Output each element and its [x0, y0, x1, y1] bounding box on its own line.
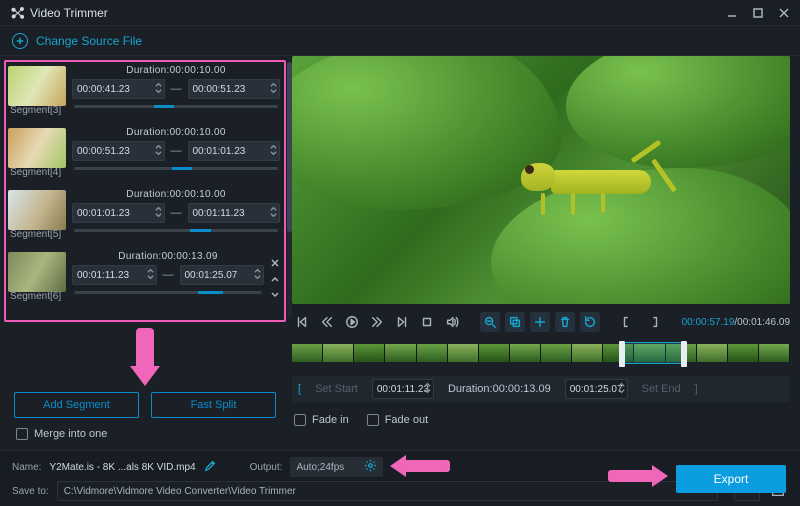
- main-area: Segment[3] Duration:00:00:10.00 00:00:41…: [0, 56, 800, 470]
- segment-thumbnail: [8, 128, 66, 168]
- app-window: Video Trimmer Change Source File Segment…: [0, 0, 800, 506]
- range-start-input[interactable]: 00:01:11.23: [372, 379, 434, 399]
- skip-end-icon[interactable]: [392, 312, 412, 332]
- segment-row-actions: [270, 250, 280, 310]
- segment-duration: Duration:00:00:10.00: [72, 126, 280, 138]
- segment-end-input[interactable]: 00:01:25.07: [180, 265, 265, 285]
- chevron-up-icon[interactable]: [270, 274, 280, 287]
- name-label: Name:: [12, 462, 41, 473]
- annotation-arrow-right-icon: [608, 465, 668, 487]
- segment-thumbnail: [8, 252, 66, 292]
- range-end-input[interactable]: 00:01:25.07: [565, 379, 628, 399]
- segment-start-input[interactable]: 00:00:41.23: [72, 79, 165, 99]
- gear-icon[interactable]: [364, 459, 377, 475]
- segment-buttons-row: Add Segment Fast Split: [4, 392, 286, 418]
- set-end-button[interactable]: Set End: [636, 383, 687, 395]
- add-segment-icon[interactable]: [530, 312, 550, 332]
- merge-checkbox[interactable]: [16, 428, 28, 440]
- player-timecode: 00:00:57.19/00:01:46.09: [682, 317, 790, 328]
- segment-track[interactable]: [74, 291, 262, 294]
- merge-label: Merge into one: [34, 428, 107, 440]
- bracket-end-icon[interactable]: [643, 312, 663, 332]
- segment-row[interactable]: Segment[4] Duration:00:00:10.00 00:00:51…: [8, 126, 280, 186]
- segment-duration: Duration:00:00:13.09: [72, 250, 264, 262]
- segment-end-input[interactable]: 00:00:51.23: [188, 79, 281, 99]
- reset-icon[interactable]: [580, 312, 600, 332]
- timeline-handle-right[interactable]: [681, 341, 687, 367]
- name-value: Y2Mate.is - 8K ...als 8K VID.mp4: [49, 462, 195, 473]
- output-label: Output:: [250, 462, 283, 473]
- minimize-button[interactable]: [726, 7, 738, 19]
- window-title: Video Trimmer: [30, 6, 726, 20]
- volume-icon[interactable]: [442, 312, 462, 332]
- range-duration-label: Duration:00:00:13.09: [442, 383, 557, 395]
- zoom-out-icon[interactable]: [480, 312, 500, 332]
- left-panel: Segment[3] Duration:00:00:10.00 00:00:41…: [0, 56, 288, 470]
- annotation-arrow-left-icon: [390, 455, 450, 477]
- copy-icon[interactable]: [505, 312, 525, 332]
- timeline[interactable]: [292, 338, 790, 370]
- segment-end-input[interactable]: 00:01:01.23: [188, 141, 281, 161]
- segments-list: Segment[3] Duration:00:00:10.00 00:00:41…: [4, 60, 286, 322]
- close-icon[interactable]: [270, 258, 280, 271]
- segment-start-input[interactable]: 00:01:01.23: [72, 203, 165, 223]
- output-selector[interactable]: Auto;24fps: [290, 457, 383, 477]
- segment-track[interactable]: [74, 229, 278, 232]
- segment-start-input[interactable]: 00:00:51.23: [72, 141, 165, 161]
- segment-row[interactable]: Segment[6] Duration:00:00:13.09 00:01:11…: [8, 250, 280, 310]
- segment-thumbnail: [8, 190, 66, 230]
- segment-thumbnail: [8, 66, 66, 106]
- stop-icon[interactable]: [417, 312, 437, 332]
- segment-label: Segment[3]: [8, 105, 66, 116]
- close-button[interactable]: [778, 7, 790, 19]
- chevron-down-icon[interactable]: [270, 290, 280, 303]
- segment-duration: Duration:00:00:10.00: [72, 64, 280, 76]
- plus-circle-icon: [12, 33, 28, 49]
- forward-icon[interactable]: [367, 312, 387, 332]
- player-controls: 00:00:57.19/00:01:46.09: [292, 308, 790, 336]
- fade-in-checkbox[interactable]: Fade in: [294, 414, 349, 426]
- change-source-label: Change Source File: [36, 34, 142, 48]
- title-bar: Video Trimmer: [0, 0, 800, 26]
- delete-icon[interactable]: [555, 312, 575, 332]
- merge-into-one-row[interactable]: Merge into one: [4, 418, 286, 446]
- segment-end-input[interactable]: 00:01:11.23: [188, 203, 281, 223]
- play-icon[interactable]: [342, 312, 362, 332]
- segment-track[interactable]: [74, 167, 278, 170]
- footer-bar: Name: Y2Mate.is - 8K ...als 8K VID.mp4 O…: [0, 450, 800, 506]
- segment-row[interactable]: Segment[3] Duration:00:00:10.00 00:00:41…: [8, 64, 280, 124]
- segment-duration: Duration:00:00:10.00: [72, 188, 280, 200]
- export-button[interactable]: Export: [676, 465, 786, 493]
- skip-start-icon[interactable]: [292, 312, 312, 332]
- timeline-selection[interactable]: [621, 342, 686, 364]
- change-source-bar[interactable]: Change Source File: [0, 26, 800, 56]
- subject-grasshopper: [511, 135, 681, 230]
- segment-label: Segment[6]: [8, 291, 66, 302]
- right-panel: 00:00:57.19/00:01:46.09 [ Set Start 00:0…: [288, 56, 800, 470]
- video-preview[interactable]: [292, 56, 790, 304]
- fast-split-button[interactable]: Fast Split: [151, 392, 276, 418]
- set-start-button[interactable]: Set Start: [309, 383, 364, 395]
- maximize-button[interactable]: [752, 7, 764, 19]
- segment-label: Segment[4]: [8, 167, 66, 178]
- app-logo-icon: [10, 6, 24, 20]
- annotation-arrow-down-icon: [130, 328, 160, 386]
- bracket-start-icon[interactable]: [618, 312, 638, 332]
- fade-options: Fade in Fade out: [292, 410, 790, 430]
- rename-icon[interactable]: [204, 460, 216, 475]
- timeline-handle-left[interactable]: [619, 341, 625, 367]
- rewind-icon[interactable]: [317, 312, 337, 332]
- output-value: Auto;24fps: [296, 462, 344, 473]
- segment-label: Segment[5]: [8, 229, 66, 240]
- fade-out-checkbox[interactable]: Fade out: [367, 414, 428, 426]
- range-controls: [ Set Start 00:01:11.23 Duration:00:00:1…: [292, 376, 790, 402]
- add-segment-button[interactable]: Add Segment: [14, 392, 139, 418]
- segment-track[interactable]: [74, 105, 278, 108]
- save-to-label: Save to:: [12, 486, 49, 497]
- segment-start-input[interactable]: 00:01:11.23: [72, 265, 157, 285]
- segment-row[interactable]: Segment[5] Duration:00:00:10.00 00:01:01…: [8, 188, 280, 248]
